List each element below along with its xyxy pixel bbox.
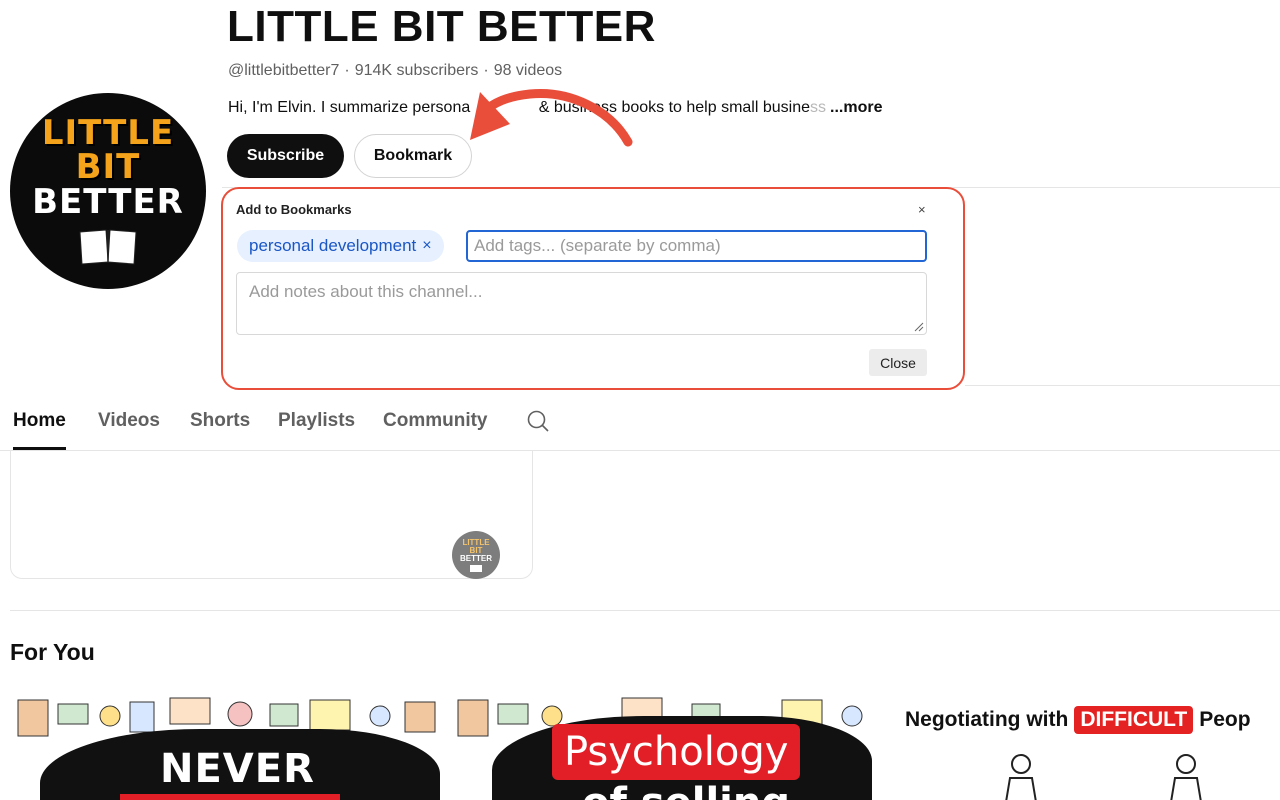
channel-name: LITTLE BIT BETTER xyxy=(227,2,656,51)
meta-separator: · xyxy=(483,62,489,79)
tag-label: personal development xyxy=(249,236,417,255)
tag-input[interactable] xyxy=(466,230,927,262)
tab-home[interactable]: Home xyxy=(13,398,66,450)
tab-playlists[interactable]: Playlists xyxy=(278,398,355,450)
close-button[interactable]: Close xyxy=(869,349,927,376)
meta-separator: · xyxy=(344,62,350,79)
description-fade: ss xyxy=(810,99,826,116)
annotation-arrow-icon xyxy=(470,88,633,147)
video-thumbnail[interactable]: Psychology of selling xyxy=(452,694,888,800)
tab-videos[interactable]: Videos xyxy=(98,398,160,450)
channel-watermark-avatar: LITTLE BIT BETTER xyxy=(452,531,500,579)
person-sketch-icon xyxy=(1005,754,1037,800)
avatar-text-line1: LITTLE xyxy=(41,113,175,153)
subscribe-button[interactable]: Subscribe xyxy=(227,134,344,178)
avatar-text-line3: BETTER xyxy=(32,182,184,222)
tag-chip: personal development × xyxy=(237,230,444,262)
remove-tag-icon[interactable]: × xyxy=(422,237,431,255)
search-icon[interactable] xyxy=(527,410,549,432)
book-icon xyxy=(79,229,137,265)
book-icon xyxy=(470,564,482,572)
divider xyxy=(965,385,1280,386)
thumbnail-subtext: of selling xyxy=(582,780,790,800)
thumbnail-text: Negotiating with DIFFICULT Peop xyxy=(905,706,1251,734)
tab-shorts[interactable]: Shorts xyxy=(190,398,250,450)
thumbnail-text: Psychology xyxy=(552,724,801,780)
tab-community[interactable]: Community xyxy=(383,398,488,450)
thumbnail-banner xyxy=(120,794,340,800)
channel-avatar[interactable]: LITTLE BIT BETTER xyxy=(10,93,206,289)
section-title: For You xyxy=(10,639,95,665)
video-thumbnail[interactable]: NEVER xyxy=(10,694,441,800)
thumbnail-prefix: Negotiating with xyxy=(905,708,1069,731)
resize-handle-icon[interactable] xyxy=(914,322,924,332)
thumbnail-text: NEVER xyxy=(160,746,315,792)
video-count: 98 videos xyxy=(493,62,563,79)
divider xyxy=(10,610,1280,611)
more-link[interactable]: ...more xyxy=(830,99,882,116)
notes-textarea[interactable] xyxy=(236,272,927,335)
subscriber-count: 914K subscribers xyxy=(354,62,479,79)
thumbnail-suffix: Peop xyxy=(1199,708,1251,731)
description-text: Hi, I'm Elvin. I summarize persona xyxy=(228,99,471,116)
avatar-text-line2: BIT xyxy=(75,147,141,187)
thumbnail-highlight: DIFFICULT xyxy=(1074,706,1194,734)
close-icon[interactable]: × xyxy=(918,202,926,217)
bookmark-panel-title: Add to Bookmarks xyxy=(236,202,352,217)
video-thumbnail[interactable]: Negotiating with DIFFICULT Peop xyxy=(896,694,1280,800)
channel-handle: @littlebitbetter7 xyxy=(228,62,340,79)
channel-meta: @littlebitbetter7 · 914K subscribers · 98 vi… xyxy=(228,62,562,80)
person-sketch-icon xyxy=(1170,754,1202,800)
watermark-text: BETTER xyxy=(460,553,492,563)
